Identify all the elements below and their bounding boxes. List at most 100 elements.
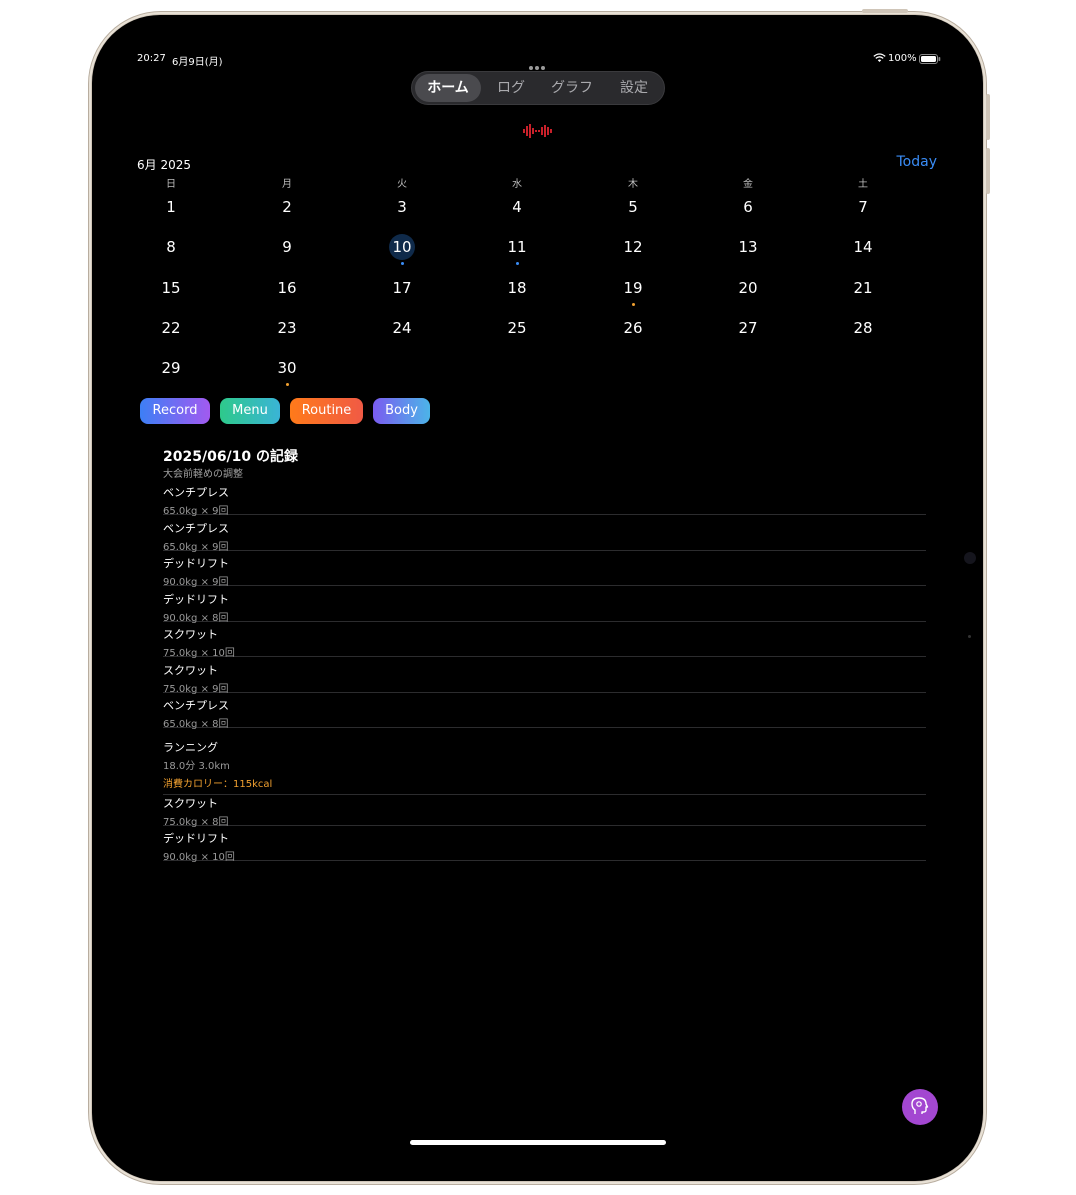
exercise-detail: 90.0kg × 8回 xyxy=(163,612,229,624)
battery-percent: 100% xyxy=(888,53,917,64)
tab-log[interactable]: ログ xyxy=(488,72,534,104)
today-button[interactable]: Today xyxy=(897,154,938,170)
calendar-day[interactable]: 17 xyxy=(382,279,422,297)
calendar-day[interactable]: 9 xyxy=(267,238,307,256)
record-row[interactable]: ベンチプレス 65.0kg × 9回 xyxy=(163,484,926,517)
multitasking-dots-icon[interactable] xyxy=(529,55,549,70)
exercise-detail: 90.0kg × 9回 xyxy=(163,577,229,588)
exercise-name: ベンチプレス xyxy=(163,486,229,499)
exercise-name: デッドリフト xyxy=(163,832,229,845)
calendar-day[interactable]: 24 xyxy=(382,319,422,337)
weekday-label: 水 xyxy=(512,179,522,190)
day-record-marker xyxy=(400,262,404,265)
tab-graph[interactable]: グラフ xyxy=(542,72,602,104)
calendar-day[interactable]: 6 xyxy=(728,198,768,216)
calendar-day[interactable]: 1 xyxy=(151,198,191,216)
calendar-day[interactable]: 10 xyxy=(382,238,422,256)
day-record-marker xyxy=(631,303,635,306)
exercise-detail: 75.0kg × 8回 xyxy=(163,816,229,828)
status-time: 20:27 xyxy=(137,53,166,64)
calendar-day[interactable]: 19 xyxy=(613,279,653,297)
home-indicator[interactable] xyxy=(410,1140,666,1145)
record-button[interactable]: Record xyxy=(140,398,210,424)
calendar-day[interactable]: 3 xyxy=(382,198,422,216)
calendar-day[interactable]: 26 xyxy=(613,319,653,337)
screen: 20:27 6月9日(月) 100% ホーム ログ グラフ 設定 6月 2025… xyxy=(92,15,983,1181)
record-row[interactable]: デッドリフト 90.0kg × 8回 xyxy=(163,591,926,624)
assistant-button[interactable] xyxy=(902,1089,938,1125)
record-row[interactable]: デッドリフト 90.0kg × 9回 xyxy=(163,555,926,588)
top-power-button xyxy=(862,9,908,13)
calendar-day[interactable]: 28 xyxy=(843,319,883,337)
exercise-detail: 75.0kg × 10回 xyxy=(163,648,235,659)
weekday-label: 月 xyxy=(282,179,292,190)
calendar-day[interactable]: 11 xyxy=(497,238,537,256)
record-title: 2025/06/10 の記録 xyxy=(163,449,299,465)
day-record-marker xyxy=(285,383,289,386)
exercise-detail: 90.0kg × 10回 xyxy=(163,852,235,863)
calorie-text: 消費カロリー：115kcal xyxy=(163,778,273,790)
calendar-day[interactable]: 30 xyxy=(267,359,307,377)
calendar-day[interactable]: 8 xyxy=(151,238,191,256)
body-button[interactable]: Body xyxy=(373,398,430,424)
day-record-marker xyxy=(515,262,519,265)
calendar-day[interactable]: 14 xyxy=(843,238,883,256)
month-label: 6月 2025 xyxy=(137,158,191,172)
exercise-name: スクワット xyxy=(163,628,218,641)
weekday-label: 金 xyxy=(743,179,753,190)
wifi-icon xyxy=(873,53,886,62)
exercise-name: スクワット xyxy=(163,663,218,677)
status-date: 6月9日(月) xyxy=(172,57,223,68)
volume-down-button xyxy=(986,148,990,194)
volume-up-button xyxy=(986,94,990,140)
calendar-day[interactable]: 12 xyxy=(613,238,653,256)
exercise-name: ランニング xyxy=(163,740,218,754)
exercise-detail: 65.0kg × 9回 xyxy=(163,506,229,517)
tab-settings[interactable]: 設定 xyxy=(610,72,658,104)
record-row[interactable]: スクワット 75.0kg × 9回 xyxy=(163,662,926,695)
weekday-label: 土 xyxy=(858,179,868,190)
record-row[interactable]: デッドリフト 90.0kg × 10回 xyxy=(163,830,926,863)
exercise-detail: 65.0kg × 8回 xyxy=(163,719,229,730)
exercise-name: ベンチプレス xyxy=(163,699,229,712)
calendar-day[interactable]: 16 xyxy=(267,279,307,297)
assistant-head-icon xyxy=(911,1097,929,1114)
exercise-detail: 75.0kg × 9回 xyxy=(163,683,229,695)
menu-button[interactable]: Menu xyxy=(220,398,280,424)
calendar-day[interactable]: 23 xyxy=(267,319,307,337)
routine-button[interactable]: Routine xyxy=(290,398,363,424)
calendar-day[interactable]: 2 xyxy=(267,198,307,216)
calendar-day[interactable]: 7 xyxy=(843,198,883,216)
weekday-label: 火 xyxy=(397,179,407,190)
record-row[interactable]: ベンチプレス 65.0kg × 8回 xyxy=(163,697,926,730)
record-row[interactable]: スクワット 75.0kg × 8回 xyxy=(163,795,926,828)
calendar-day[interactable]: 21 xyxy=(843,279,883,297)
battery-icon xyxy=(919,54,941,64)
tab-bar: ホーム ログ グラフ 設定 xyxy=(411,71,665,105)
exercise-detail: 18.0分 3.0km xyxy=(163,760,230,772)
tab-home[interactable]: ホーム xyxy=(415,74,481,102)
exercise-name: デッドリフト xyxy=(163,557,229,570)
exercise-detail: 65.0kg × 9回 xyxy=(163,541,229,553)
calendar-day[interactable]: 4 xyxy=(497,198,537,216)
calendar-day[interactable]: 15 xyxy=(151,279,191,297)
calendar-day[interactable]: 29 xyxy=(151,359,191,377)
waveform-icon xyxy=(523,124,552,138)
edge-indicator-small xyxy=(968,635,971,638)
weekday-label: 木 xyxy=(628,179,638,190)
calendar-day[interactable]: 22 xyxy=(151,319,191,337)
record-row[interactable]: ランニング 18.0分 3.0km 消費カロリー：115kcal xyxy=(163,733,926,795)
edge-indicator xyxy=(964,552,976,564)
calendar-day[interactable]: 18 xyxy=(497,279,537,297)
calendar-day[interactable]: 25 xyxy=(497,319,537,337)
exercise-name: ベンチプレス xyxy=(163,521,229,535)
exercise-name: デッドリフト xyxy=(163,592,229,606)
calendar-day[interactable]: 20 xyxy=(728,279,768,297)
calendar-day[interactable]: 27 xyxy=(728,319,768,337)
record-subtitle: 大会前軽めの調整 xyxy=(163,469,243,480)
record-row[interactable]: スクワット 75.0kg × 10回 xyxy=(163,626,926,659)
calendar-day[interactable]: 13 xyxy=(728,238,768,256)
calendar-day[interactable]: 5 xyxy=(613,198,653,216)
record-row[interactable]: ベンチプレス 65.0kg × 9回 xyxy=(163,520,926,553)
exercise-name: スクワット xyxy=(163,796,218,810)
